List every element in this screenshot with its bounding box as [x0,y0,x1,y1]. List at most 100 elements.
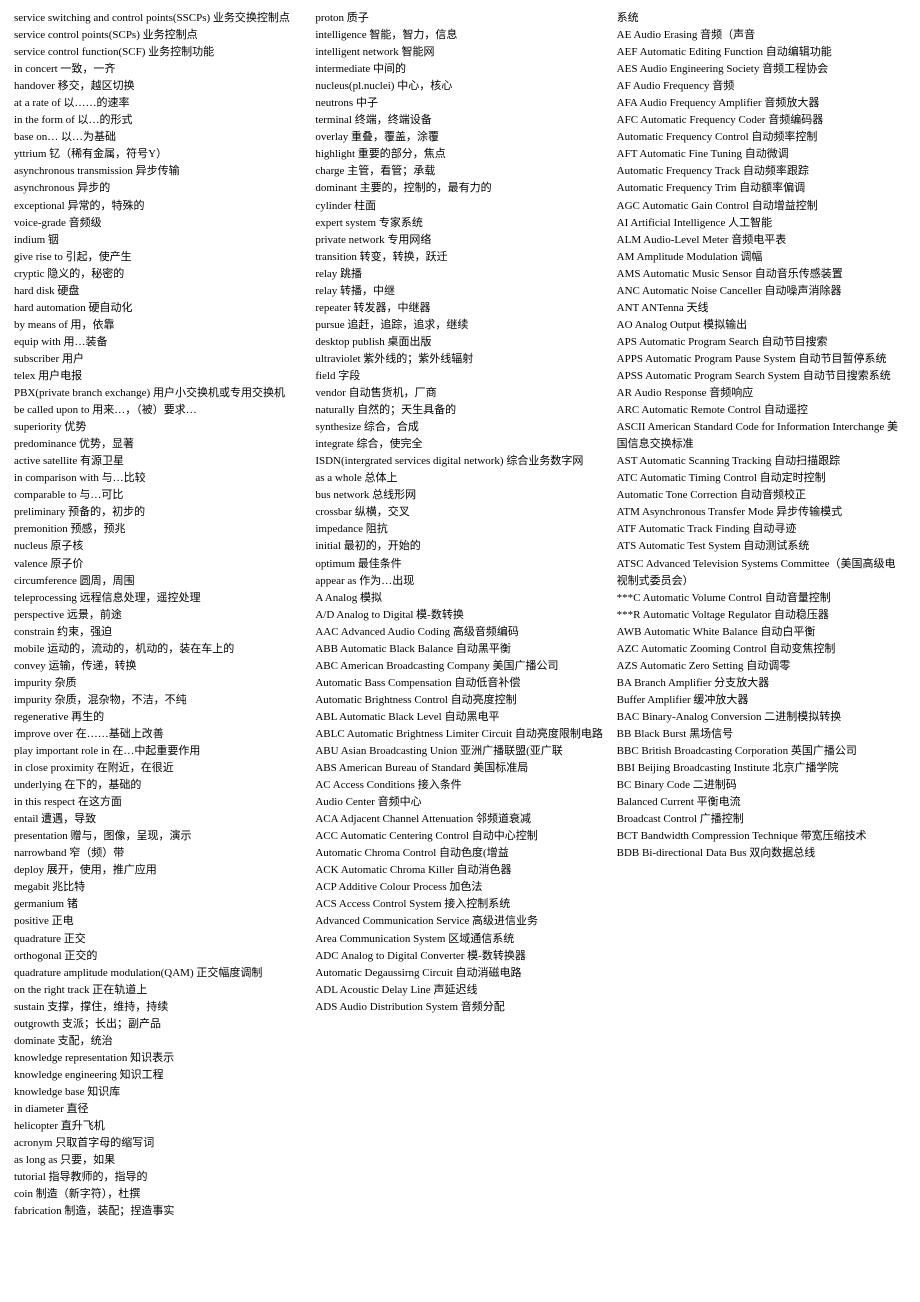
list-item: knowledge engineering 知识工程 [14,1067,303,1084]
list-item: Automatic Frequency Track 自动频率跟踪 [617,163,906,180]
list-item: ABB Automatic Black Balance 自动黑平衡 [315,641,604,658]
list-item: AFT Automatic Fine Tuning 自动微调 [617,146,906,163]
list-item: ANT ANTenna 天线 [617,300,906,317]
list-item: AM Amplitude Modulation 调幅 [617,249,906,266]
list-item: Area Communication System 区域通信系统 [315,931,604,948]
list-item: on the right track 正在轨道上 [14,982,303,999]
list-item: voice-grade 音频级 [14,215,303,232]
list-item: teleprocessing 远程信息处理，遥控处理 [14,590,303,607]
list-item: Automatic Frequency Control 自动频率控制 [617,129,906,146]
list-item: handover 移交，越区切换 [14,78,303,95]
list-item: subscriber 用户 [14,351,303,368]
list-item: AZS Automatic Zero Setting 自动调零 [617,658,906,675]
list-item: in close proximity 在附近，在很近 [14,760,303,777]
page-container: service switching and control points(SSC… [14,10,906,1220]
list-item: ABL Automatic Black Level 自动黑电平 [315,709,604,726]
list-item: Automatic Brightness Control 自动亮度控制 [315,692,604,709]
list-item: ACA Adjacent Channel Attenuation 邻频道衰减 [315,811,604,828]
list-item: tutorial 指导教师的，指导的 [14,1169,303,1186]
list-item: field 字段 [315,368,604,385]
list-item: asynchronous transmission 异步传输 [14,163,303,180]
list-item: proton 质子 [315,10,604,27]
list-item: ISDN(intergrated services digital networ… [315,453,604,470]
list-item: neutrons 中子 [315,95,604,112]
list-item: active satellite 有源卫星 [14,453,303,470]
list-item: ATM Asynchronous Transfer Mode 异步传输模式 [617,504,906,521]
list-item: yttrium 钇（稀有金属，符号Y） [14,146,303,163]
list-item: AMS Automatic Music Sensor 自动音乐传感装置 [617,266,906,283]
list-item: service switching and control points(SSC… [14,10,303,27]
list-item: Automatic Chroma Control 自动色度(增益 [315,845,604,862]
list-item: dominate 支配，统治 [14,1033,303,1050]
list-item: base on… 以…为基础 [14,129,303,146]
list-item: outgrowth 支派；长出；副产品 [14,1016,303,1033]
list-item: AFA Audio Frequency Amplifier 音频放大器 [617,95,906,112]
list-item: quadrature 正交 [14,931,303,948]
list-item: underlying 在下的，基础的 [14,777,303,794]
list-item: ABS American Bureau of Standard 美国标准局 [315,760,604,777]
list-item: ACS Access Control System 接入控制系统 [315,896,604,913]
list-item: intelligent network 智能网 [315,44,604,61]
list-item: optimum 最佳条件 [315,556,604,573]
list-item: helicopter 直升飞机 [14,1118,303,1135]
list-item: narrowband 窄（频）带 [14,845,303,862]
list-item: as a whole 总体上 [315,470,604,487]
list-item: hard automation 硬自动化 [14,300,303,317]
list-item: equip with 用…装备 [14,334,303,351]
list-item: knowledge representation 知识表示 [14,1050,303,1067]
list-item: superiority 优势 [14,419,303,436]
list-item: initial 最初的，开始的 [315,538,604,555]
list-item: ADL Acoustic Delay Line 声延迟线 [315,982,604,999]
list-item: intermediate 中间的 [315,61,604,78]
list-item: exceptional 异常的，特殊的 [14,198,303,215]
list-item: integrate 综合，使完全 [315,436,604,453]
list-item: ATS Automatic Test System 自动测试系统 [617,538,906,555]
list-item: AR Audio Response 音频响应 [617,385,906,402]
list-item: appear as 作为…出现 [315,573,604,590]
list-item: terminal 终端，终端设备 [315,112,604,129]
list-item: ATSC Advanced Television Systems Committ… [617,556,906,590]
list-item: BDB Bi-directional Data Bus 双向数据总线 [617,845,906,862]
list-item: ANC Automatic Noise Canceller 自动噪声消除器 [617,283,906,300]
list-item: AES Audio Engineering Society 音频工程协会 [617,61,906,78]
list-item: as long as 只要，如果 [14,1152,303,1169]
list-item: ACP Additive Colour Process 加色法 [315,879,604,896]
list-item: Balanced Current 平衡电流 [617,794,906,811]
list-item: desktop publish 桌面出版 [315,334,604,351]
list-item: telex 用户电报 [14,368,303,385]
list-item: service control points(SCPs) 业务控制点 [14,27,303,44]
list-item: ATF Automatic Track Finding 自动寻迹 [617,521,906,538]
list-item: perspective 远景，前途 [14,607,303,624]
list-item: highlight 重要的部分，焦点 [315,146,604,163]
list-item: germanium 锗 [14,896,303,913]
list-item: quadrature amplitude modulation(QAM) 正交幅… [14,965,303,982]
list-item: AC Access Conditions 接入条件 [315,777,604,794]
list-item: APS Automatic Program Search 自动节目搜索 [617,334,906,351]
list-item: in the form of 以…的形式 [14,112,303,129]
list-item: APPS Automatic Program Pause System 自动节目… [617,351,906,368]
list-item: ALM Audio-Level Meter 音频电平表 [617,232,906,249]
list-item: BBI Beijing Broadcasting Institute 北京广播学… [617,760,906,777]
list-item: A Analog 模拟 [315,590,604,607]
list-item: ADC Analog to Digital Converter 模-数转换器 [315,948,604,965]
list-item: BBC British Broadcasting Corporation 英国广… [617,743,906,760]
list-item: BAC Binary-Analog Conversion 二进制模拟转换 [617,709,906,726]
list-item: AZC Automatic Zooming Control 自动变焦控制 [617,641,906,658]
list-item: asynchronous 异步的 [14,180,303,197]
list-item: impedance 阻抗 [315,521,604,538]
list-item: in this respect 在这方面 [14,794,303,811]
list-item: ATC Automatic Timing Control 自动定时控制 [617,470,906,487]
list-item: AEF Automatic Editing Function 自动编辑功能 [617,44,906,61]
list-item: positive 正电 [14,913,303,930]
list-item: ABU Asian Broadcasting Union 亚洲广播联盟(亚广联 [315,743,604,760]
list-item: predominance 优势，显著 [14,436,303,453]
list-item: expert system 专家系统 [315,215,604,232]
list-item: play important role in 在…中起重要作用 [14,743,303,760]
list-item: hard disk 硬盘 [14,283,303,300]
list-item: circumference 圆周，周围 [14,573,303,590]
list-item: valence 原子价 [14,556,303,573]
list-item: ASCII American Standard Code for Informa… [617,419,906,453]
list-item: premonition 预感，预兆 [14,521,303,538]
list-item: relay 转播，中继 [315,283,604,300]
list-item: crossbar 纵横，交叉 [315,504,604,521]
